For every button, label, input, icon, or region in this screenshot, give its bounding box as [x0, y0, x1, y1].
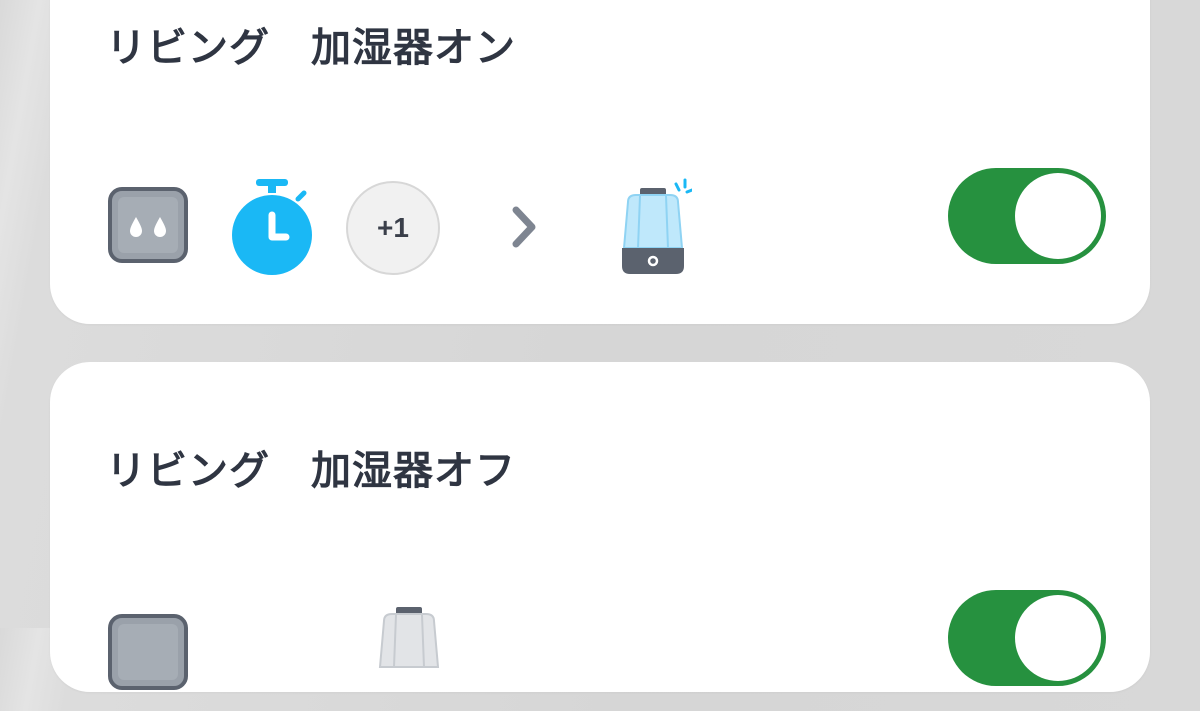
automation-title: リビング 加湿器オフ: [106, 448, 516, 494]
automation-title: リビング 加湿器オン: [106, 25, 516, 71]
chevron-right-icon: [508, 202, 542, 252]
automation-enabled-toggle[interactable]: [948, 590, 1106, 686]
toggle-knob: [1015, 595, 1101, 681]
more-conditions-badge: +1: [346, 181, 440, 275]
automation-card-humidifier-off[interactable]: リビング 加湿器オフ: [50, 362, 1150, 692]
humidifier-icon: [618, 178, 694, 278]
toggle-knob: [1015, 173, 1101, 259]
automation-enabled-toggle[interactable]: [948, 168, 1106, 264]
humidity-sensor-icon: [108, 187, 188, 263]
timer-icon: [228, 177, 316, 277]
humidity-sensor-icon: [108, 614, 188, 690]
automation-card-humidifier-on[interactable]: リビング 加湿器オン +1: [50, 0, 1150, 324]
humidifier-icon: [372, 607, 446, 707]
